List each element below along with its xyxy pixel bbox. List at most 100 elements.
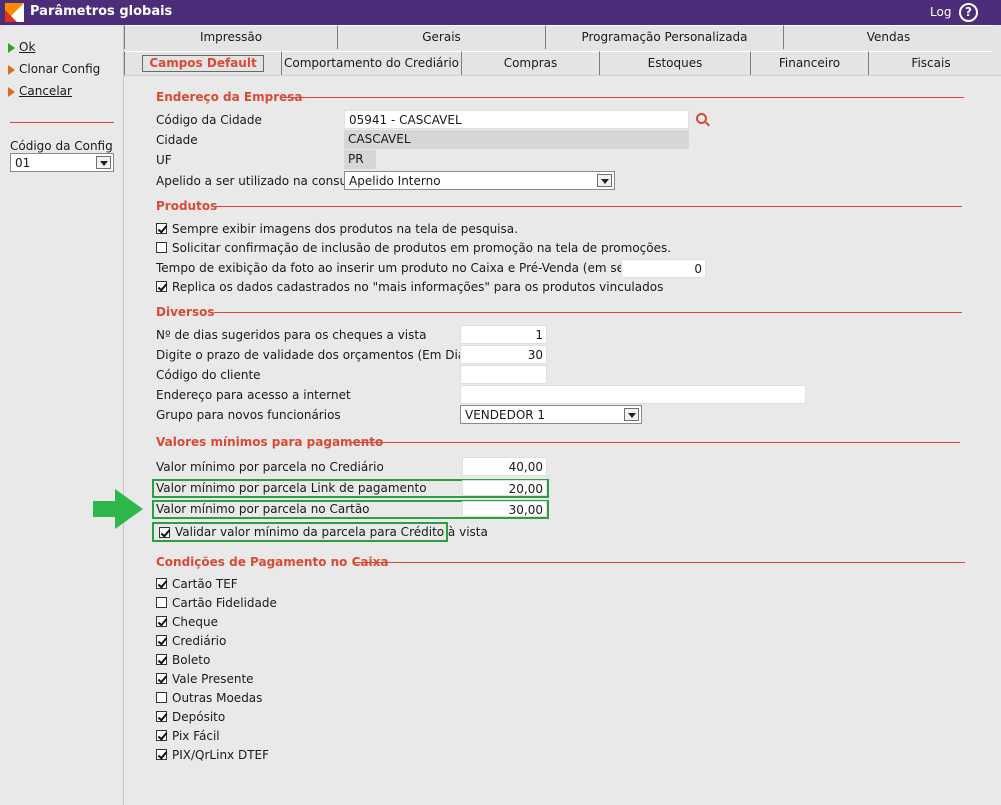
valor-cartao-label: Valor mínimo por parcela no Cartão [156,502,370,516]
log-link[interactable]: Log [930,5,951,19]
pix-qrlinx-label: PIX/QrLinx DTEF [172,748,270,762]
section-title-endereco: Endereço da Empresa [156,90,303,104]
cheque-label: Cheque [172,615,218,629]
replica-dados-checkbox[interactable] [156,281,167,292]
endereco-internet-field[interactable] [460,385,806,404]
section-divider [214,312,962,313]
codigo-cidade-value: 05941 - CASCAVEL [349,113,462,127]
validade-orcamentos-value: 30 [527,348,543,362]
pix-qrlinx-checkbox[interactable] [156,749,167,760]
codigo-cidade-label: Código da Cidade [156,113,262,127]
validar-credito-checkbox[interactable] [159,527,170,538]
apelido-label: Apelido a ser utilizado na consulta [156,174,363,188]
title-bar: Parâmetros globais Log ? [0,0,1001,25]
deposito-checkbox[interactable] [156,711,167,722]
pix-facil-label: Pix Fácil [172,729,220,743]
apelido-value: Apelido Interno [349,174,441,188]
boleto-checkbox[interactable] [156,654,167,665]
tab-vendas[interactable]: Vendas [783,25,993,49]
grupo-funcionarios-label: Grupo para novos funcionários [156,408,341,422]
dias-cheques-value: 1 [535,328,543,342]
section-divider [283,97,964,98]
validar-credito-label: Validar valor mínimo da parcela para Cré… [175,525,488,539]
vale-presente-label: Vale Presente [172,672,254,686]
solicitar-confirmacao-label: Solicitar confirmação de inclusão de pro… [172,241,672,255]
uf-value: PR [348,152,364,166]
valor-link-label: Valor mínimo por parcela Link de pagamen… [156,481,427,495]
tab-campos-default[interactable]: Campos Default [124,51,281,75]
section-title-produtos: Produtos [156,199,218,213]
tab-campos-default-label: Campos Default [142,55,264,72]
tab-financeiro[interactable]: Financeiro [750,51,868,75]
config-code-value: 01 [15,156,31,170]
help-icon[interactable]: ? [959,3,978,22]
valor-crediario-value: 40,00 [508,460,543,474]
exibir-imagens-label: Sempre exibir imagens dos produtos na te… [172,222,518,236]
exibir-imagens-checkbox[interactable] [156,223,167,234]
orange-triangle-icon [8,87,15,97]
boleto-label: Boleto [172,653,211,667]
green-arrow-icon [93,489,143,529]
crediario-label: Crediário [172,634,227,648]
cidade-field: CASCAVEL [344,130,689,149]
orange-triangle-icon [8,65,15,75]
ok-button[interactable]: Ok [8,40,108,56]
chevron-down-icon[interactable] [96,156,111,169]
tab-compras[interactable]: Compras [461,51,599,75]
sidebar-divider [10,122,114,123]
dias-cheques-field[interactable]: 1 [460,325,547,344]
tempo-foto-field[interactable]: 0 [621,259,706,278]
endereco-internet-label: Endereço para acesso a internet [156,388,351,402]
uf-label: UF [156,153,172,167]
section-divider [216,206,962,207]
tab-estoques[interactable]: Estoques [599,51,750,75]
valor-crediario-label: Valor mínimo por parcela no Crediário [156,460,384,474]
validade-orcamentos-field[interactable]: 30 [460,345,547,364]
section-divider [350,442,960,443]
cartao-fidelidade-checkbox[interactable] [156,597,167,608]
tab-divider [124,75,1001,76]
grupo-funcionarios-value: VENDEDOR 1 [465,408,546,422]
outras-moedas-label: Outras Moedas [172,691,263,705]
tab-impressao[interactable]: Impressão [124,25,337,49]
cheque-checkbox[interactable] [156,616,167,627]
valor-crediario-field[interactable]: 40,00 [462,457,547,476]
valor-cartao-field[interactable]: 30,00 [462,501,547,517]
grupo-funcionarios-select[interactable]: VENDEDOR 1 [460,405,642,424]
section-divider [354,562,965,563]
solicitar-confirmacao-checkbox[interactable] [156,242,167,253]
config-code-select[interactable]: 01 [10,153,114,172]
cancelar-button[interactable]: Cancelar [8,84,108,100]
crediario-checkbox[interactable] [156,635,167,646]
tab-programacao-personalizada[interactable]: Programação Personalizada [545,25,783,49]
cancelar-label: Cancelar [19,84,72,98]
clonar-config-button[interactable]: Clonar Config [8,62,118,78]
codigo-cidade-field[interactable]: 05941 - CASCAVEL [344,110,689,129]
tab-gerais[interactable]: Gerais [337,25,545,49]
valor-link-value: 20,00 [508,482,543,496]
window-title: Parâmetros globais [30,4,173,19]
tempo-foto-value: 0 [694,262,702,276]
pix-facil-checkbox[interactable] [156,730,167,741]
search-icon[interactable] [696,113,707,124]
cidade-label: Cidade [156,133,198,147]
tab-fiscais[interactable]: Fiscais [868,51,993,75]
valor-link-field[interactable]: 20,00 [462,480,547,496]
codigo-cliente-label: Código do cliente [156,368,261,382]
outras-moedas-checkbox[interactable] [156,692,167,703]
codigo-cliente-field[interactable] [460,365,547,384]
dias-cheques-label: Nº de dias sugeridos para os cheques a v… [156,328,427,342]
apelido-select[interactable]: Apelido Interno [344,171,615,190]
chevron-down-icon[interactable] [597,174,612,187]
section-title-diversos: Diversos [156,305,215,319]
tab-comportamento-crediario[interactable]: Comportamento do Crediário [281,51,461,75]
cidade-value: CASCAVEL [348,132,411,146]
valor-cartao-value: 30,00 [508,503,543,517]
cartao-fidelidade-label: Cartão Fidelidade [172,596,277,610]
vale-presente-checkbox[interactable] [156,673,167,684]
validade-orcamentos-label: Digite o prazo de validade dos orçamento… [156,348,477,362]
deposito-label: Depósito [172,710,226,724]
cartao-tef-checkbox[interactable] [156,578,167,589]
app-logo-icon [5,3,24,22]
chevron-down-icon[interactable] [624,408,639,421]
